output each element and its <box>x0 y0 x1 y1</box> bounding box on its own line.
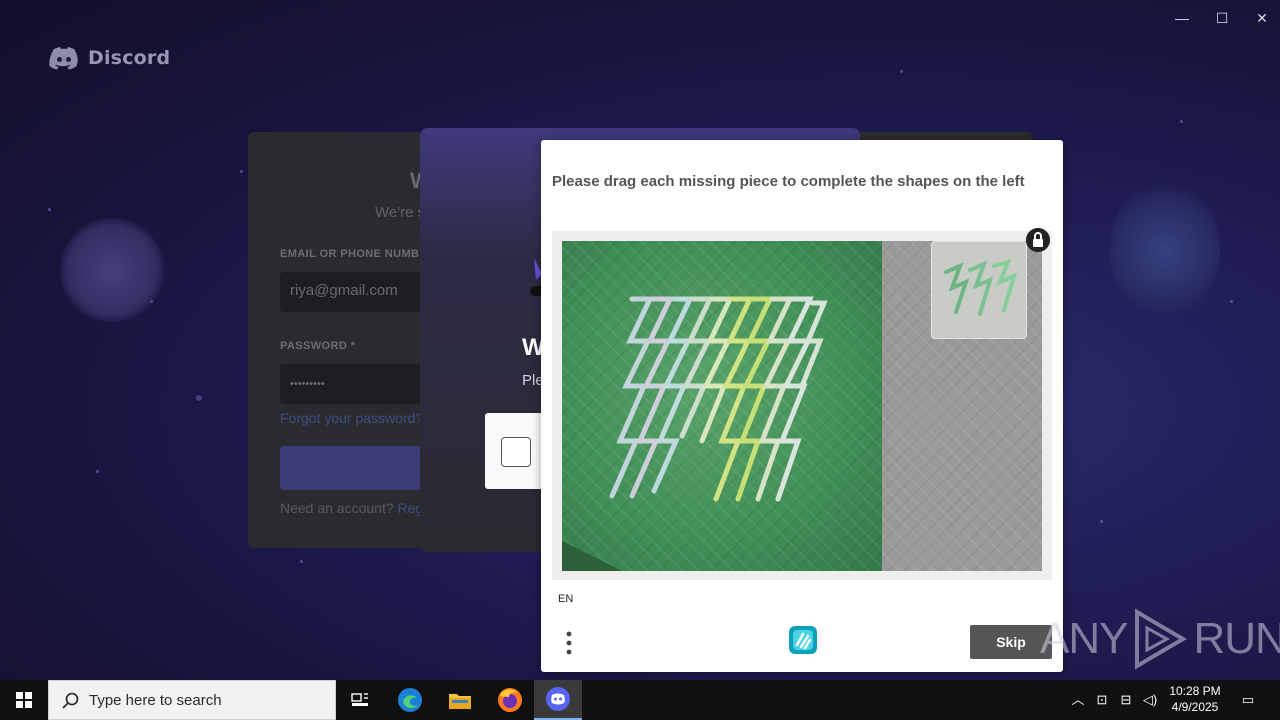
need-account-text: Need an account? Regis <box>280 500 433 516</box>
watermark-right: RUN <box>1193 614 1280 663</box>
login-subtitle: We're s <box>375 204 426 221</box>
clock-date: 4/9/2025 <box>1171 700 1219 714</box>
lock-icon <box>1026 228 1050 252</box>
forgot-password-link[interactable]: Forgot your password? <box>280 410 423 426</box>
chevron-up-icon[interactable]: ︿ <box>1068 690 1088 710</box>
task-view-icon[interactable] <box>336 680 384 720</box>
discord-brand: Discord <box>48 46 170 70</box>
close-button[interactable]: ✕ <box>1252 8 1272 28</box>
challenge-prompt: Please drag each missing piece to comple… <box>552 173 1025 190</box>
discord-logo-icon <box>49 47 78 70</box>
play-logo-icon <box>1135 608 1188 670</box>
taskbar: Type here to search ︿ ⊡ ⊟ ◁) 10:28 PM 4/… <box>0 680 1280 720</box>
shape-image <box>562 241 882 571</box>
taskbar-search-input[interactable]: Type here to search <box>48 680 336 720</box>
hcaptcha-logo-icon[interactable] <box>786 623 820 657</box>
challenge-canvas[interactable] <box>562 241 1042 571</box>
discord-taskbar-icon[interactable] <box>534 680 582 720</box>
watermark-left: ANY <box>1040 614 1128 663</box>
search-placeholder: Type here to search <box>89 692 222 709</box>
email-label: EMAIL OR PHONE NUMB <box>280 248 420 260</box>
firefox-icon[interactable] <box>486 680 534 720</box>
maximize-button[interactable]: ☐ <box>1212 8 1232 28</box>
anyrun-watermark: ANY RUN <box>1040 608 1280 670</box>
volume-icon[interactable]: ◁) <box>1140 690 1160 710</box>
piece-shape <box>944 258 1018 316</box>
language-selector[interactable]: EN <box>558 593 573 605</box>
captcha-checkbox[interactable] <box>501 437 531 467</box>
challenge-task-area <box>552 228 1052 580</box>
search-icon <box>62 692 79 709</box>
minimize-button[interactable]: — <box>1172 8 1192 28</box>
clock[interactable]: 10:28 PM 4/9/2025 <box>1162 683 1228 715</box>
clock-time: 10:28 PM <box>1169 684 1221 698</box>
need-account-label: Need an account? <box>280 500 394 516</box>
windows-start-icon[interactable] <box>0 680 48 720</box>
network-icon[interactable]: ⊟ <box>1116 690 1136 710</box>
edge-icon[interactable] <box>386 680 434 720</box>
file-explorer-icon[interactable] <box>436 680 484 720</box>
notifications-icon[interactable]: ▭ <box>1238 690 1258 710</box>
shapes-pattern <box>562 296 828 571</box>
captcha-challenge-dialog: Please drag each missing piece to comple… <box>541 140 1063 672</box>
more-options-icon[interactable] <box>559 628 579 658</box>
password-label: PASSWORD * <box>280 340 356 352</box>
draggable-piece[interactable] <box>931 241 1027 339</box>
brand-name: Discord <box>88 47 171 69</box>
usb-icon[interactable]: ⊡ <box>1092 690 1112 710</box>
